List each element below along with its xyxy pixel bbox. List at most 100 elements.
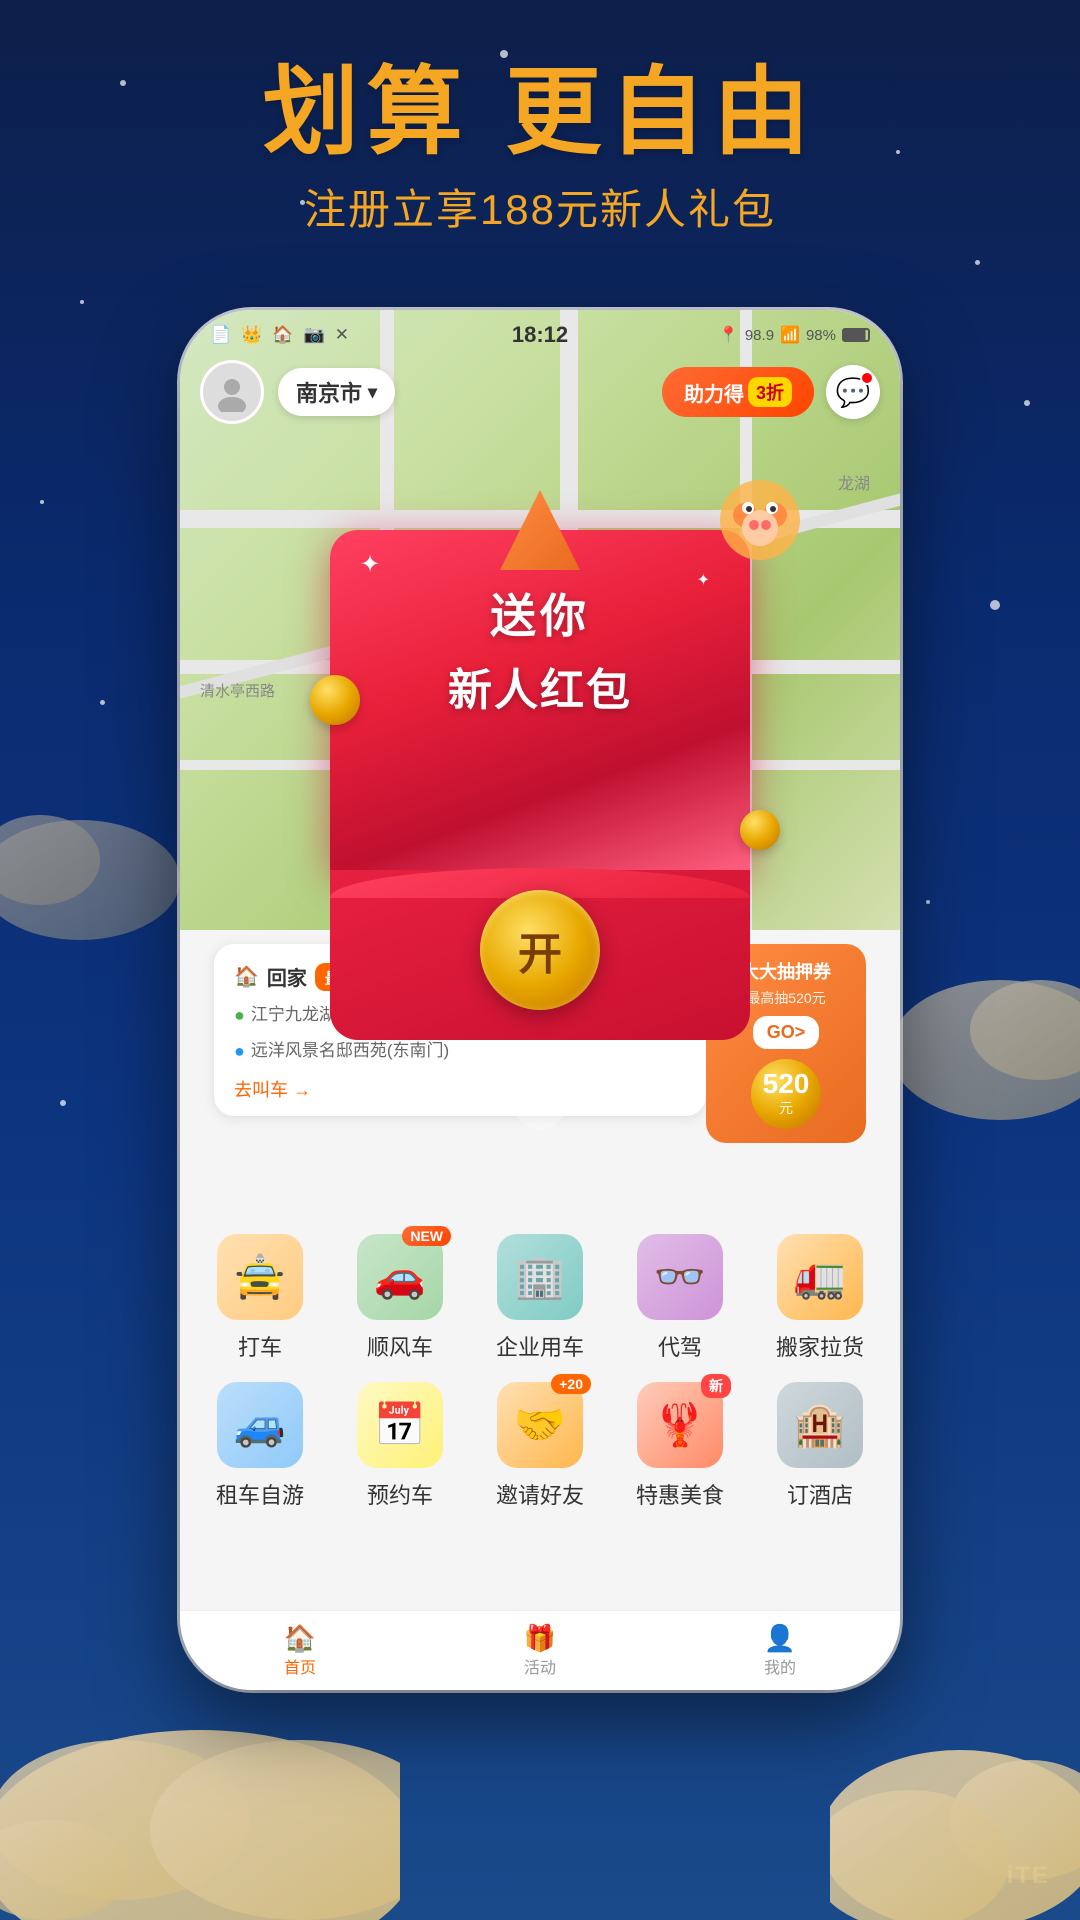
profile-nav-icon: 👤 <box>764 1623 796 1654</box>
prize-circle: 520 元 <box>751 1059 821 1129</box>
lottery-go-button[interactable]: GO> <box>753 1016 820 1049</box>
service-row-2: 🚙 租车自游 📅 预约车 🤝 +20 邀请好友 <box>190 1382 890 1510</box>
signal-text: 98.9 <box>745 327 774 344</box>
star <box>60 1100 66 1106</box>
home-nav-icon: 🏠 <box>284 1623 316 1654</box>
bottom-nav: 🏠 首页 🎁 活动 👤 我的 <box>180 1610 900 1690</box>
activity-nav-label: 活动 <box>524 1654 556 1678</box>
go-hail-button[interactable]: 去叫车 → <box>234 1076 686 1102</box>
user-avatar[interactable] <box>200 360 264 424</box>
service-item-rental[interactable]: 🚙 租车自游 <box>200 1382 320 1510</box>
map-label: 龙湖 <box>838 470 870 494</box>
sparkle-icon: ✦ <box>360 550 380 579</box>
star <box>1024 400 1030 406</box>
location-icon: 📍 <box>719 325 739 345</box>
service-item-driver[interactable]: 👓 代驾 <box>620 1234 740 1362</box>
activity-nav-icon: 🎁 <box>524 1623 556 1654</box>
phone-frame-container: 九龙 龙湖 清水亭西路 📄 👑 🏠 📷 ✕ 18:12 📍 98. <box>180 310 900 1690</box>
service-item-hotel[interactable]: 🏨 订酒店 <box>760 1382 880 1510</box>
service-item-moving[interactable]: 🚛 搬家拉货 <box>760 1234 880 1362</box>
rental-icon: 🚙 <box>217 1382 303 1468</box>
rp-open-button[interactable]: 开 <box>480 890 600 1010</box>
invite-icon: 🤝 +20 <box>497 1382 583 1468</box>
nav-activity[interactable]: 🎁 活动 <box>524 1623 556 1678</box>
service-item-invite[interactable]: 🤝 +20 邀请好友 <box>480 1382 600 1510</box>
rental-label: 租车自游 <box>216 1478 304 1510</box>
hotel-icon: 🏨 <box>777 1382 863 1468</box>
status-icons-left: 📄 👑 🏠 📷 ✕ <box>210 325 349 345</box>
gold-ball-left <box>310 675 360 725</box>
sparkle-icon: ✦ <box>697 570 710 590</box>
moving-icon: 🚛 <box>777 1234 863 1320</box>
dest-row-2: ● 远洋风景名邸西苑(东南门) <box>234 1035 686 1067</box>
driver-label: 代驾 <box>658 1330 702 1362</box>
map-label: 清水亭西路 <box>200 680 275 701</box>
invite-badge: +20 <box>551 1374 591 1394</box>
moving-label: 搬家拉货 <box>776 1330 864 1362</box>
cloud-mid-right <box>880 900 1080 1150</box>
enterprise-label: 企业用车 <box>496 1330 584 1362</box>
service-grid: 🚖 打车 🚗 NEW 顺风车 🏢 企业用车 <box>180 1234 900 1530</box>
home-nav-label: 首页 <box>284 1654 316 1678</box>
nav-home[interactable]: 🏠 首页 <box>284 1623 316 1678</box>
service-item-scheduled[interactable]: 📅 预约车 <box>340 1382 460 1510</box>
message-button[interactable]: 💬 <box>826 365 880 419</box>
promo-button[interactable]: 助力得 3折 <box>662 367 814 417</box>
city-name: 南京市 <box>296 376 362 408</box>
redpacket-overlay[interactable]: ✦ ✦ 送你 新人红包 开 <box>330 530 750 1040</box>
carpool-icon: 🚗 NEW <box>357 1234 443 1320</box>
star <box>975 260 980 265</box>
blue-dot-icon: ● <box>234 1035 245 1067</box>
wifi-icon: 📶 <box>780 325 800 345</box>
status-time: 18:12 <box>512 322 568 348</box>
redpacket-body: ✦ ✦ 送你 新人红包 <box>330 530 750 870</box>
gold-ball-right <box>740 810 780 850</box>
promo-badge: 3折 <box>748 377 792 407</box>
service-item-carpool[interactable]: 🚗 NEW 顺风车 <box>340 1234 460 1362</box>
lottery-prize-display: 520 元 <box>718 1059 854 1129</box>
hotel-label: 订酒店 <box>787 1478 853 1510</box>
food-badge: 新 <box>701 1374 731 1398</box>
service-row-1: 🚖 打车 🚗 NEW 顺风车 🏢 企业用车 <box>190 1234 890 1362</box>
prize-currency: 元 <box>779 1098 793 1118</box>
header-section: 划算 更自由 注册立享188元新人礼包 <box>0 60 1080 237</box>
rp-title-line1: 送你 <box>360 580 720 646</box>
city-selector-button[interactable]: 南京市 ▾ <box>278 368 395 416</box>
service-item-taxi[interactable]: 🚖 打车 <box>200 1234 320 1362</box>
scheduled-label: 预约车 <box>367 1478 433 1510</box>
green-dot-icon: ● <box>234 999 245 1031</box>
phone-inner: 九龙 龙湖 清水亭西路 📄 👑 🏠 📷 ✕ 18:12 📍 98. <box>180 310 900 1690</box>
new-badge: NEW <box>402 1226 451 1246</box>
enterprise-icon: 🏢 <box>497 1234 583 1320</box>
cloud-mid-left <box>0 750 180 950</box>
taxi-label: 打车 <box>238 1330 282 1362</box>
subtitle: 注册立享188元新人礼包 <box>0 176 1080 237</box>
dest-2-text: 远洋风景名邸西苑(东南门) <box>251 1036 449 1067</box>
food-icon: 🦞 新 <box>637 1382 723 1468</box>
status-bar: 📄 👑 🏠 📷 ✕ 18:12 📍 98.9 📶 98% <box>180 310 900 360</box>
overlay-close-button[interactable]: × <box>515 1080 565 1130</box>
promo-text: 助力得 <box>684 378 744 407</box>
home-icon: 🏠 <box>234 964 259 989</box>
bottom-panel: 🏠 回家 最快1分钟上车 ● 江宁九龙湖国际企业总部园 ● 远洋风景名邸 <box>180 930 900 1690</box>
main-title: 划算 更自由 <box>0 60 1080 166</box>
driver-icon: 👓 <box>637 1234 723 1320</box>
phone-frame: 九龙 龙湖 清水亭西路 📄 👑 🏠 📷 ✕ 18:12 📍 98. <box>180 310 900 1690</box>
star <box>990 600 1000 610</box>
battery-icon <box>842 328 870 342</box>
notification-dot <box>860 371 874 385</box>
service-item-enterprise[interactable]: 🏢 企业用车 <box>480 1234 600 1362</box>
map-header: 南京市 ▾ 助力得 3折 💬 <box>180 360 900 424</box>
chevron-down-icon: ▾ <box>368 382 377 403</box>
food-label: 特惠美食 <box>636 1478 724 1510</box>
scheduled-icon: 📅 <box>357 1382 443 1468</box>
status-right: 📍 98.9 📶 98% <box>719 325 870 345</box>
profile-nav-label: 我的 <box>764 1654 796 1678</box>
taxi-icon: 🚖 <box>217 1234 303 1320</box>
rp-title-line2: 新人红包 <box>360 654 720 718</box>
star <box>100 700 105 705</box>
star <box>80 300 84 304</box>
service-item-food[interactable]: 🦞 新 特惠美食 <box>620 1382 740 1510</box>
prize-amount: 520 <box>763 1070 810 1098</box>
nav-profile[interactable]: 👤 我的 <box>764 1623 796 1678</box>
